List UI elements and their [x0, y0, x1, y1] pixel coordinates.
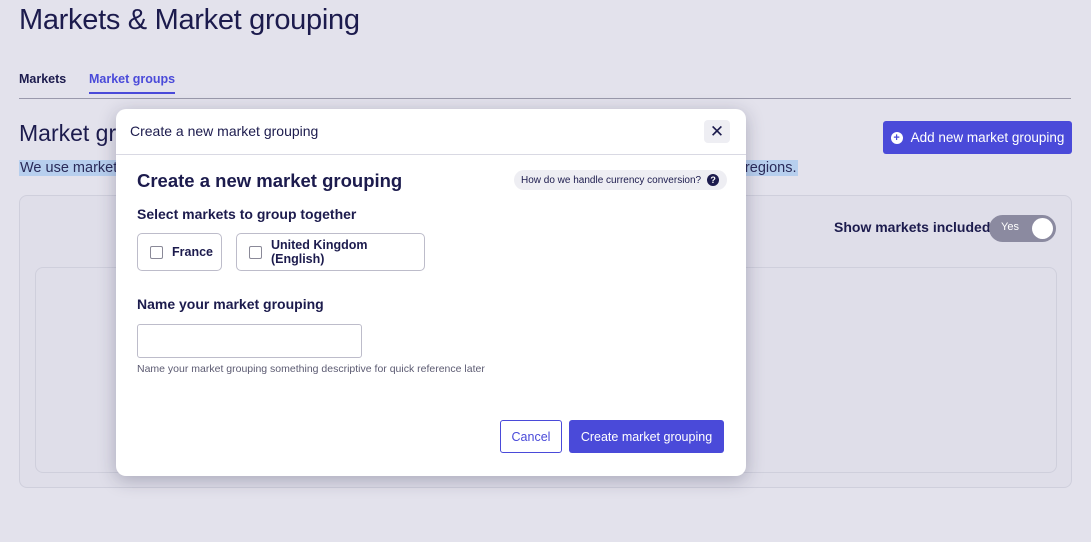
market-option-france[interactable]: France — [137, 233, 222, 271]
tab-markets[interactable]: Markets — [19, 72, 66, 92]
question-icon: ? — [707, 174, 720, 186]
market-option-label: France — [172, 245, 213, 259]
add-button-label: Add new market grouping — [910, 130, 1065, 145]
market-option-united-kingdom[interactable]: United Kingdom (English) — [236, 233, 425, 271]
currency-conversion-help-link[interactable]: How do we handle currency conversion? ? — [514, 170, 728, 190]
checkbox-united-kingdom[interactable] — [249, 245, 262, 259]
grouping-name-input[interactable] — [137, 324, 362, 358]
modal-title: Create a new market grouping — [137, 170, 403, 191]
close-modal-button[interactable]: ✕ — [704, 120, 730, 143]
name-hint: Name your market grouping something desc… — [137, 363, 485, 375]
toggle-knob — [1032, 218, 1053, 239]
show-markets-label: Show markets included — [834, 219, 991, 235]
modal-header: Create a new market grouping ✕ — [116, 109, 746, 155]
select-markets-label: Select markets to group together — [137, 206, 357, 222]
market-option-label: United Kingdom (English) — [270, 238, 368, 266]
create-market-grouping-modal: Create a new market grouping ✕ Create a … — [116, 109, 746, 476]
tab-market-groups[interactable]: Market groups — [89, 72, 176, 94]
checkbox-france[interactable] — [150, 245, 163, 259]
help-text: How do we handle currency conversion? — [521, 174, 702, 186]
toggle-value: Yes — [1001, 221, 1019, 233]
section-title: Market gr — [19, 120, 117, 146]
page-title: Markets & Market grouping — [19, 4, 360, 36]
info-text: We use market — [19, 160, 119, 176]
name-grouping-label: Name your market grouping — [137, 296, 324, 312]
tab-bar: Markets Market groups — [19, 72, 1071, 99]
modal-header-title: Create a new market grouping — [130, 123, 319, 139]
show-markets-toggle[interactable]: Yes — [989, 215, 1056, 242]
cancel-button[interactable]: Cancel — [500, 420, 562, 453]
create-market-grouping-button[interactable]: Create market grouping — [569, 420, 724, 453]
close-icon: ✕ — [709, 122, 725, 141]
add-new-market-grouping-button[interactable]: + Add new market grouping — [883, 121, 1072, 154]
plus-circle-icon: + — [890, 131, 903, 144]
